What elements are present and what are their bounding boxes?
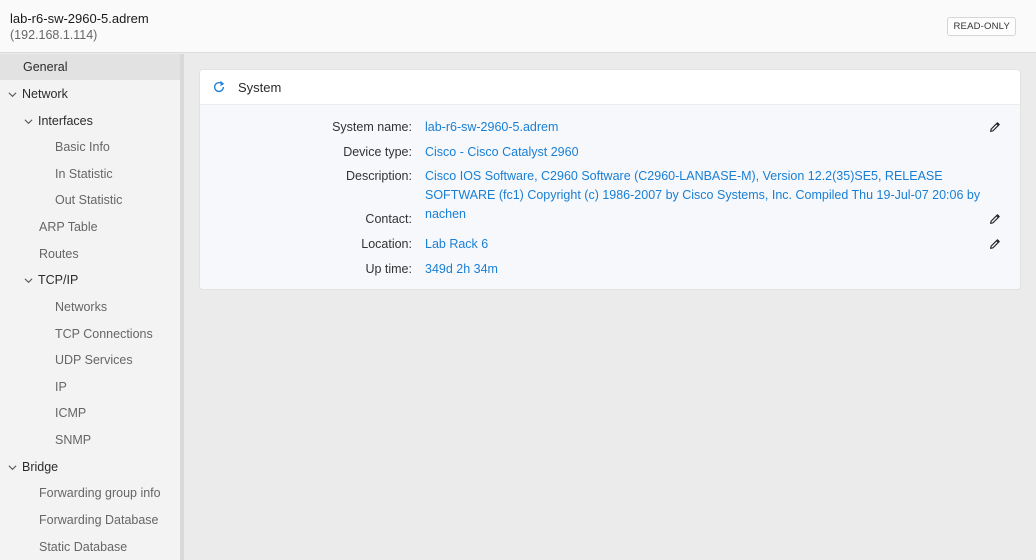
sidebar-item-bridge[interactable]: Bridge [0, 454, 180, 480]
sidebar-item-label: Basic Info [55, 140, 110, 154]
edit-pencil-icon[interactable] [988, 212, 1002, 226]
sidebar-item-forwarding-group-info[interactable]: Forwarding group info [0, 480, 180, 506]
sidebar-item-tcp-connections[interactable]: TCP Connections [0, 321, 180, 347]
sidebar-item-label: General [23, 60, 68, 74]
system-name-value: lab-r6-sw-2960-5.adrem [425, 120, 559, 134]
chevron-down-icon[interactable] [8, 463, 17, 472]
sidebar-item-basic-info[interactable]: Basic Info [0, 134, 180, 160]
sidebar-item-network[interactable]: Network [0, 81, 180, 107]
sidebar-item-static-database[interactable]: Static Database [0, 534, 180, 560]
system-name-label: System name: [332, 120, 412, 134]
sidebar-item-label: TCP Connections [55, 327, 153, 341]
sidebar-item-forwarding-database[interactable]: Forwarding Database [0, 507, 180, 533]
read-only-badge: READ-ONLY [947, 17, 1016, 36]
card-title: System [238, 80, 282, 95]
description-label: Description: [345, 169, 412, 183]
sidebar-item-snmp[interactable]: SNMP [0, 427, 180, 453]
sidebar-item-label: TCP/IP [38, 273, 79, 287]
sidebar-item-arp-table[interactable]: ARP Table [0, 214, 180, 240]
sidebar-item-label: Bridge [22, 460, 59, 474]
sidebar-item-networks[interactable]: Networks [0, 294, 180, 320]
sidebar-nav: General Network Interfaces Basic Info In… [0, 54, 180, 560]
edit-pencil-icon[interactable] [988, 120, 1002, 134]
sidebar-item-label: Static Database [39, 540, 128, 554]
sidebar-item-label: IP [55, 380, 67, 394]
uptime-value: 349d 2h 34m [425, 262, 498, 276]
edit-pencil-icon[interactable] [988, 237, 1002, 251]
sidebar-item-udp-services[interactable]: UDP Services [0, 347, 180, 373]
device-type-label: Device type: [343, 145, 412, 159]
system-card-header: System [200, 70, 1020, 105]
sidebar-item-label: UDP Services [55, 353, 133, 367]
sidebar-item-label: Forwarding Database [39, 513, 159, 527]
sidebar-item-label: Out Statistic [55, 193, 123, 207]
sidebar-item-label: Forwarding group info [39, 486, 161, 500]
device-address: (192.168.1.114) [10, 28, 98, 42]
location-value: Lab Rack 6 [425, 237, 489, 251]
sidebar-item-tcpip[interactable]: TCP/IP [0, 267, 180, 293]
system-card: System System name: lab-r6-sw-2960-5.adr… [199, 69, 1021, 290]
sidebar-item-label: Network [22, 87, 68, 101]
sidebar-item-label: Routes [39, 247, 79, 261]
sidebar-item-label: ICMP [55, 406, 87, 420]
sidebar-item-routes[interactable]: Routes [0, 241, 180, 267]
refresh-icon[interactable] [212, 80, 226, 94]
description-value: Cisco IOS Software, C2960 Software (C296… [425, 169, 981, 221]
sidebar-item-label: ARP Table [39, 220, 98, 234]
system-properties: System name: lab-r6-sw-2960-5.adrem Devi… [200, 105, 1020, 289]
sidebar-item-icmp[interactable]: ICMP [0, 400, 180, 426]
uptime-label: Up time: [365, 262, 412, 276]
device-title: lab-r6-sw-2960-5.adrem [10, 11, 149, 26]
sidebar-item-general[interactable]: General [0, 54, 180, 80]
sidebar-item-out-statistic[interactable]: Out Statistic [0, 187, 180, 213]
location-label: Location: [361, 237, 412, 251]
app-header: lab-r6-sw-2960-5.adrem (192.168.1.114) R… [0, 0, 1036, 53]
sidebar-item-label: Interfaces [38, 114, 93, 128]
sidebar-item-label: Networks [55, 300, 108, 314]
chevron-down-icon[interactable] [8, 90, 17, 99]
sidebar-item-label: SNMP [55, 433, 92, 447]
chevron-down-icon[interactable] [24, 276, 33, 285]
sidebar-item-in-statistic[interactable]: In Statistic [0, 161, 180, 187]
sidebar-scrollbar[interactable] [180, 54, 184, 560]
sidebar-item-label: In Statistic [55, 167, 113, 181]
chevron-down-icon[interactable] [24, 117, 33, 126]
device-type-value: Cisco - Cisco Catalyst 2960 [425, 145, 579, 159]
contact-label: Contact: [365, 212, 412, 226]
sidebar-item-ip[interactable]: IP [0, 374, 180, 400]
sidebar-item-interfaces[interactable]: Interfaces [0, 108, 180, 134]
